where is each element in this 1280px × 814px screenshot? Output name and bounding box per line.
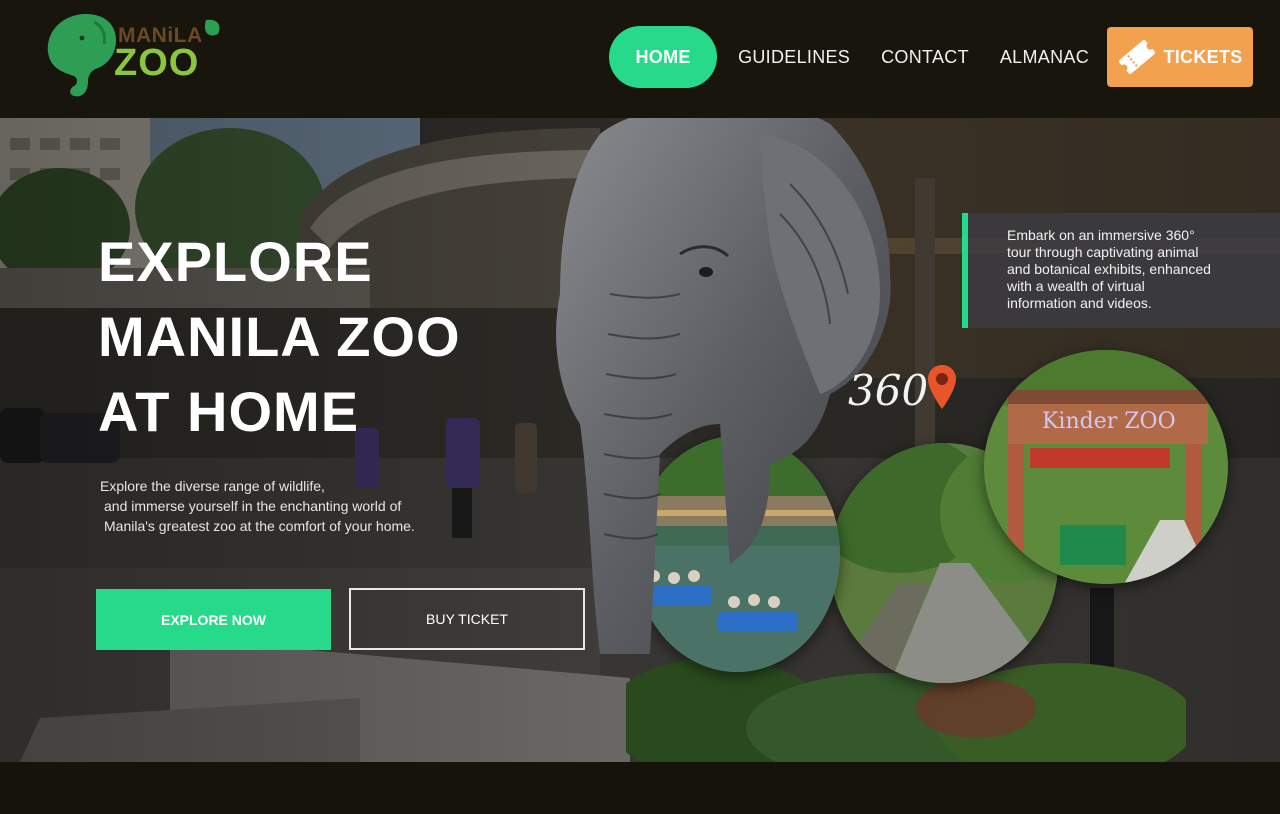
site-header: MANiLA ZOO HOME GUIDELINES CONTACT ALMAN… (0, 0, 1280, 118)
ticket-icon (1119, 39, 1156, 75)
hero-description-line: Explore the diverse range of wildlife, (100, 478, 325, 494)
kinder-zoo-sign: Kinder ZOO (1042, 409, 1176, 434)
hero-title-line: MANILA ZOO (98, 305, 461, 368)
hero-description-line: and immerse yourself in the enchanting w… (104, 498, 402, 514)
hero-description: Explore the diverse range of wildlife, a… (100, 476, 480, 536)
tour-preview-kinder-zoo[interactable]: Kinder ZOO (984, 350, 1228, 584)
info-line: and botanical exhibits, enhanced (1007, 261, 1211, 277)
hero-title-line: EXPLORE (98, 230, 373, 293)
page: MANiLA ZOO HOME GUIDELINES CONTACT ALMAN… (0, 0, 1280, 814)
nav-tickets-button[interactable]: TICKETS (1107, 27, 1253, 87)
buy-ticket-button[interactable]: BUY TICKET (349, 588, 585, 650)
info-line: information and videos. (1007, 295, 1152, 311)
nav-tickets-label: TICKETS (1163, 46, 1243, 67)
nav-almanac[interactable]: ALMANAC (1000, 47, 1089, 68)
page-bottom-band (0, 762, 1280, 814)
hero-section: Kinder ZOO 360 Embark on an immersive 36… (0, 118, 1280, 762)
nav-contact[interactable]: CONTACT (881, 47, 969, 68)
tour-360-label: 360 (848, 366, 929, 415)
explore-now-button[interactable]: EXPLORE NOW (96, 589, 331, 650)
hero-title-line: AT HOME (98, 380, 360, 443)
info-line: tour through captivating animal (1007, 244, 1199, 260)
nav-guidelines[interactable]: GUIDELINES (738, 47, 850, 68)
nav-home[interactable]: HOME (609, 26, 718, 88)
hero-title: EXPLORE MANILA ZOO AT HOME (98, 224, 538, 449)
info-line: Embark on an immersive 360° (1007, 227, 1195, 243)
main-nav: HOME GUIDELINES CONTACT ALMANAC TICKETS (609, 26, 1253, 88)
logo-text-zoo: ZOO (114, 42, 200, 84)
manila-zoo-logo[interactable]: MANiLA ZOO (42, 12, 222, 100)
info-line: with a wealth of virtual (1007, 278, 1145, 294)
location-pin-icon (928, 365, 956, 409)
hero-description-line: Manila's greatest zoo at the comfort of … (104, 518, 415, 534)
tour-info-box: Embark on an immersive 360° tour through… (962, 213, 1280, 328)
